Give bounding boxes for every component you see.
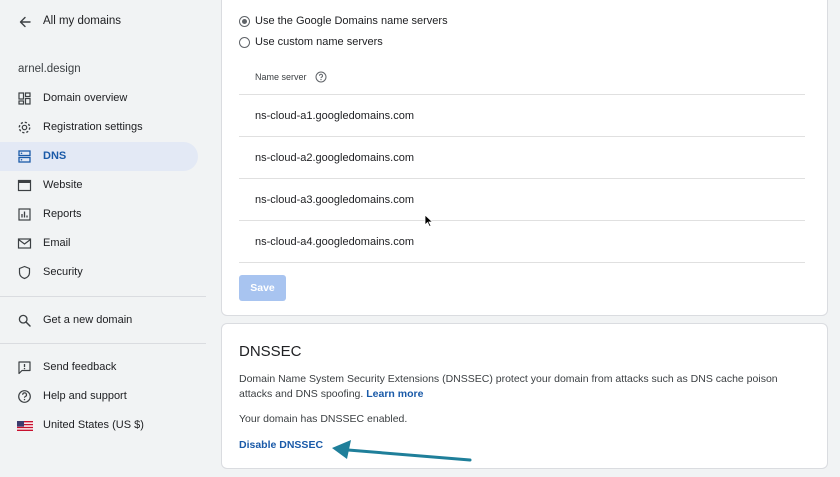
sidebar-divider (0, 296, 206, 297)
sidebar-item-label: DNS (43, 150, 67, 162)
disable-dnssec-link[interactable]: Disable DNSSEC (239, 439, 323, 451)
back-label: All my domains (43, 15, 121, 27)
sidebar-item-help-support[interactable]: Help and support (0, 382, 198, 411)
gear-icon (17, 120, 32, 135)
dns-icon (17, 149, 32, 164)
mouse-cursor-icon (424, 214, 434, 228)
sidebar-item-label: Website (43, 179, 83, 191)
table-row: ns-cloud-a2.googledomains.com (239, 136, 805, 178)
dnssec-description: Domain Name System Security Extensions (… (239, 372, 799, 402)
radio-label: Use custom name servers (255, 36, 383, 48)
us-flag-icon (17, 418, 33, 433)
sidebar-item-website[interactable]: Website (0, 171, 198, 200)
sidebar-item-label: Reports (43, 208, 82, 220)
name-server-column-header: Name server (255, 71, 327, 83)
sidebar-item-email[interactable]: Email (0, 229, 198, 258)
dnssec-status: Your domain has DNSSEC enabled. (239, 413, 408, 425)
sidebar-item-label: Help and support (43, 390, 127, 402)
sidebar-item-get-new-domain[interactable]: Get a new domain (0, 306, 198, 335)
annotation-arrow-icon (332, 440, 472, 462)
table-row: ns-cloud-a4.googledomains.com (239, 220, 805, 263)
name-server-value: ns-cloud-a3.googledomains.com (255, 194, 414, 206)
sidebar-item-label: United States (US $) (43, 419, 144, 431)
table-row: ns-cloud-a3.googledomains.com (239, 178, 805, 220)
sidebar-item-reports[interactable]: Reports (0, 200, 198, 229)
sidebar-item-label: Domain overview (43, 92, 128, 104)
radio-button-checked[interactable] (239, 15, 250, 27)
radio-button-unchecked[interactable] (239, 36, 250, 48)
email-icon (17, 236, 32, 251)
radio-label: Use the Google Domains name servers (255, 15, 448, 27)
arrow-back-icon (17, 14, 33, 30)
sidebar-divider (0, 343, 206, 344)
sidebar-item-security[interactable]: Security (0, 258, 198, 287)
sidebar-item-label: Get a new domain (43, 314, 133, 326)
sidebar-item-registration-settings[interactable]: Registration settings (0, 113, 198, 142)
sidebar-item-region[interactable]: United States (US $) (0, 411, 198, 440)
name-servers-card: Use the Google Domains name servers Use … (221, 0, 828, 316)
sidebar-item-label: Send feedback (43, 361, 117, 373)
sidebar-item-send-feedback[interactable]: Send feedback (0, 353, 198, 382)
help-icon[interactable] (315, 71, 327, 83)
feedback-icon (17, 360, 32, 375)
sidebar-item-dns[interactable]: DNS (0, 142, 198, 171)
name-server-value: ns-cloud-a2.googledomains.com (255, 152, 414, 164)
sidebar-item-label: Email (43, 237, 71, 249)
sidebar-item-label: Security (43, 266, 83, 278)
column-header-label: Name server (255, 72, 307, 82)
sidebar: All my domains arnel.design Domain overv… (0, 0, 206, 477)
table-row: ns-cloud-a1.googledomains.com (239, 94, 805, 136)
dnssec-description-text: Domain Name System Security Extensions (… (239, 373, 778, 400)
name-server-value: ns-cloud-a4.googledomains.com (255, 236, 414, 248)
main-content: Use the Google Domains name servers Use … (206, 0, 840, 477)
sidebar-item-domain-overview[interactable]: Domain overview (0, 84, 198, 113)
learn-more-link[interactable]: Learn more (366, 388, 423, 400)
dnssec-title: DNSSEC (239, 343, 302, 360)
shield-icon (17, 265, 32, 280)
search-icon (17, 313, 32, 328)
dashboard-icon (17, 91, 32, 106)
reports-icon (17, 207, 32, 222)
dnssec-card: DNSSEC Domain Name System Security Exten… (221, 323, 828, 469)
radio-google-name-servers[interactable]: Use the Google Domains name servers (239, 15, 448, 27)
website-icon (17, 178, 32, 193)
sidebar-item-label: Registration settings (43, 121, 143, 133)
help-icon (17, 389, 32, 404)
save-button[interactable]: Save (239, 275, 286, 301)
back-to-domains-link[interactable]: All my domains (0, 8, 206, 36)
name-server-value: ns-cloud-a1.googledomains.com (255, 110, 414, 122)
radio-custom-name-servers[interactable]: Use custom name servers (239, 36, 383, 48)
domain-name: arnel.design (18, 63, 81, 75)
